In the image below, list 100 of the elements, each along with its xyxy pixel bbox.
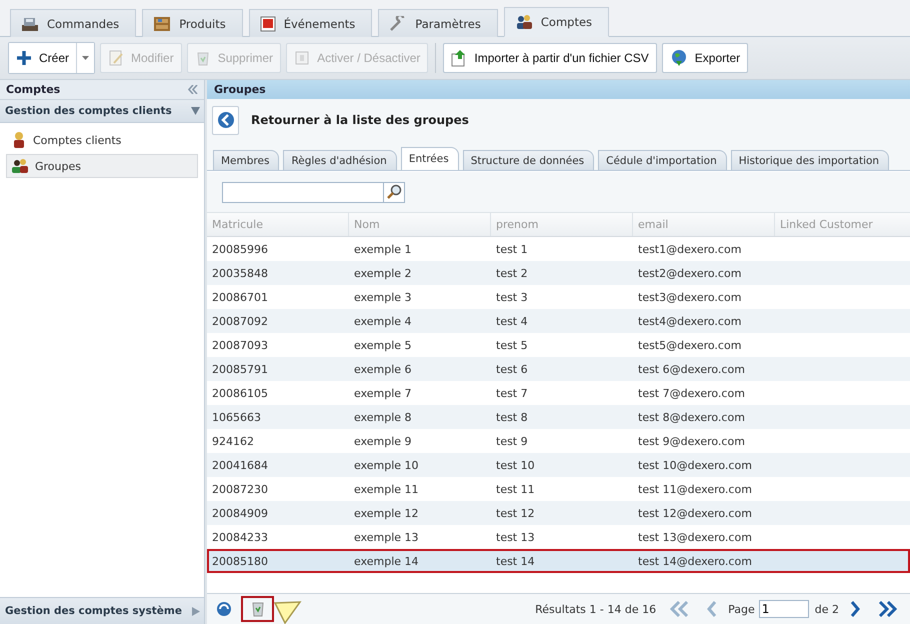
page-label: Page — [728, 602, 755, 616]
table-cell-text: test 6@dexero.com — [637, 362, 746, 378]
next-page-icon[interactable] — [849, 601, 861, 617]
table-cell-text: 924162 — [211, 434, 255, 450]
table-cell-text: test 13 — [495, 530, 536, 546]
page-field[interactable]: 1 — [758, 600, 809, 618]
main-tab[interactable]: Événements — [248, 9, 372, 37]
table-cell-text: test 9@dexero.com — [637, 434, 746, 450]
trash-icon — [194, 50, 211, 66]
table-cell-text: 20084909 — [211, 506, 269, 522]
search-icon — [386, 184, 402, 200]
table-cell-text: 20085791 — [211, 362, 269, 378]
back-button[interactable] — [212, 106, 239, 134]
table-cell-text: test 9 — [495, 434, 529, 450]
notepad-icon — [108, 50, 124, 66]
table-cell-text: 20041684 — [211, 458, 269, 474]
last-page-icon[interactable] — [877, 601, 897, 617]
people-icon — [514, 14, 533, 30]
main-tab[interactable]: Comptes — [504, 7, 610, 37]
caret-icon — [82, 56, 90, 60]
trash-icon — [250, 601, 264, 617]
table-cell-text: test 12 — [495, 506, 536, 522]
table-cell-text: test 7@dexero.com — [637, 386, 746, 402]
panel-title: Groupes — [207, 80, 910, 99]
people-icon — [11, 158, 29, 174]
caret-icon — [192, 606, 200, 616]
table-cell-text: test 3 — [495, 290, 529, 306]
table-cell-text: 20087092 — [211, 314, 269, 330]
table-cell-text: test 1 — [495, 242, 529, 258]
table-cell-text: test1@dexero.com — [637, 242, 742, 258]
content-tab[interactable]: Entrées — [400, 147, 459, 170]
dropdown-button[interactable] — [76, 43, 94, 73]
table-cell-text: test 2 — [495, 266, 529, 282]
table-cell-text: 1065663 — [211, 410, 262, 426]
sidebar-title: Comptes — [6, 83, 60, 96]
table-cell-text: test 10 — [495, 458, 536, 474]
sidebar-section-header[interactable]: Gestion des comptes système — [0, 597, 204, 624]
table-cell-text: exemple 7 — [353, 386, 413, 402]
main-tab[interactable]: Produits — [142, 9, 243, 37]
table-cell-text: exemple 2 — [353, 266, 413, 282]
table-cell-text: test 5 — [495, 338, 529, 354]
cash-register-icon — [21, 16, 39, 32]
person-icon — [11, 131, 27, 149]
table-cell-text: exemple 9 — [353, 434, 413, 450]
content-tab[interactable]: Structure de données — [462, 150, 594, 170]
delete-button[interactable] — [241, 596, 274, 622]
table-cell-text: test 14@dexero.com — [637, 554, 753, 570]
table-cell-text: test 8 — [495, 410, 529, 426]
table-cell-text: 20086105 — [211, 386, 269, 402]
sidebar-item[interactable]: Groupes — [6, 154, 198, 178]
refresh-icon[interactable] — [215, 600, 233, 618]
table-cell-text: test 6 — [495, 362, 529, 378]
table-cell-text: exemple 6 — [353, 362, 413, 378]
table-cell-text: exemple 4 — [353, 314, 413, 330]
table-cell-text: test 11 — [495, 482, 536, 498]
table-cell-text: 20087093 — [211, 338, 269, 354]
table-cell-text: exemple 14 — [353, 554, 420, 570]
table-cell-text: 20084233 — [211, 530, 269, 546]
content-tab[interactable]: Historique des importation — [730, 150, 890, 170]
table-cell-text: test5@dexero.com — [637, 338, 742, 354]
table-cell-text: test 12@dexero.com — [637, 506, 753, 522]
results-count: Résultats 1 - 14 de 16 — [535, 602, 656, 616]
import-icon — [451, 49, 468, 67]
page-total: de 2 — [814, 602, 839, 616]
table-cell-text: test 13@dexero.com — [637, 530, 753, 546]
main-tab[interactable]: Commandes — [10, 9, 136, 37]
content-tab[interactable]: Cédule d'importation — [598, 150, 727, 170]
pointer-arrow-icon — [274, 600, 302, 624]
sidebar-item[interactable]: Comptes clients — [6, 128, 198, 152]
table-cell-text: test 7 — [495, 386, 529, 402]
globe-icon — [670, 49, 688, 67]
table-cell-text: test3@dexero.com — [637, 290, 742, 306]
table-cell-text: 20085996 — [211, 242, 269, 258]
toolbar-button[interactable]: Importer à partir d'un fichier CSV — [443, 43, 657, 73]
table-cell-text: 20086701 — [211, 290, 269, 306]
shelf-icon — [153, 16, 172, 32]
toolbar-button[interactable]: Exporter — [662, 43, 748, 73]
table-cell-text: test 4 — [495, 314, 529, 330]
table-cell-text: test 11@dexero.com — [637, 482, 753, 498]
table-cell-text: test2@dexero.com — [637, 266, 742, 282]
table-cell-text: exemple 12 — [353, 506, 420, 522]
table-cell-text: exemple 8 — [353, 410, 413, 426]
table-cell-text: exemple 1 — [353, 242, 413, 258]
table-cell-text: test 8@dexero.com — [637, 410, 746, 426]
caret-icon — [191, 107, 200, 115]
content-tab[interactable]: Règles d'adhésion — [283, 150, 397, 170]
table-cell-text: test 10@dexero.com — [637, 458, 753, 474]
search-button[interactable] — [384, 182, 405, 202]
table-cell-text: test4@dexero.com — [637, 314, 742, 330]
sidebar-section-header[interactable]: Gestion des comptes clients — [0, 100, 204, 123]
table-cell-text: test 14 — [495, 554, 536, 570]
table-cell-text: exemple 10 — [353, 458, 420, 474]
table-cell-text: exemple 11 — [353, 482, 420, 498]
content-tab[interactable]: Membres — [213, 150, 280, 170]
table-cell-text: 20035848 — [211, 266, 269, 282]
table-cell-text: exemple 3 — [353, 290, 413, 306]
search-field[interactable] — [222, 182, 384, 202]
main-tab[interactable]: Paramètres — [378, 9, 498, 37]
back-label: Retourner à la liste des groupes — [251, 113, 469, 127]
table-cell-text: 20085180 — [211, 554, 269, 570]
